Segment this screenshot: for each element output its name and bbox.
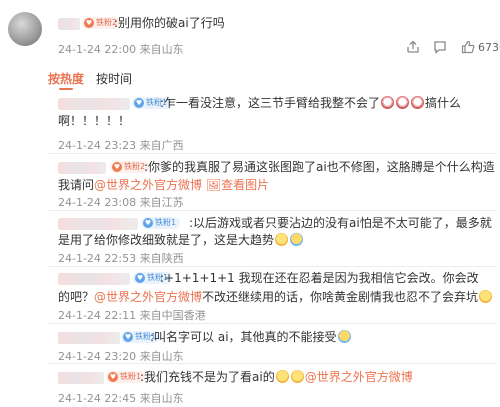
emoji-icon	[290, 233, 304, 246]
reply-meta: 24-1-24 22:11 来自中国香港	[58, 309, 206, 322]
tab-sort-by-hot-underline	[59, 88, 73, 90]
reply-username-blurred[interactable]	[58, 98, 130, 110]
view-image-link[interactable]: 🖼查看图片	[206, 178, 269, 192]
emoji-icon	[275, 370, 289, 383]
reply-username-blurred[interactable]	[58, 332, 120, 344]
tab-sort-by-hot[interactable]: 按热度	[48, 70, 84, 87]
reply-username-blurred[interactable]	[58, 162, 106, 174]
reply-text-line: 啊！！！！！	[58, 114, 131, 128]
image-icon: 🖼	[205, 178, 222, 192]
reply-meta: 24-1-24 23:08 来自江苏	[58, 196, 184, 209]
reply-text-line: 的吧？@世界之外官方微博不改还继续用的话，你啥黄金剧情我也忍不了会弃坑	[58, 288, 493, 306]
emoji-icon	[381, 96, 395, 109]
reply-meta: 24-1-24 22:45 来自山东	[58, 392, 184, 405]
reply-username-blurred[interactable]	[58, 218, 138, 230]
divider	[49, 323, 496, 324]
divider	[49, 153, 496, 154]
like-count: 6736	[478, 41, 500, 54]
emoji-icon	[337, 330, 351, 343]
emoji-icon	[290, 370, 304, 383]
divider	[49, 266, 496, 267]
main-comment-meta: 24-1-24 22:00 来自山东	[58, 43, 184, 56]
divider	[49, 363, 496, 364]
emoji-icon	[479, 290, 493, 303]
reply-meta: 24-1-24 23:20 来自山东	[58, 350, 184, 363]
emoji-icon	[396, 96, 410, 109]
divider	[49, 210, 496, 211]
reply-meta: 24-1-24 23:23 来自广西	[58, 139, 184, 152]
tab-sort-by-time[interactable]: 按时间	[96, 70, 132, 87]
fan-badge: ♥ 铁粉1	[141, 217, 181, 229]
reply-text-line: :+1+1+1+1 我现在还在忍着是因为我相信它会改。你会改	[160, 271, 479, 285]
mention-link[interactable]: @世界之外官方微博	[305, 370, 413, 384]
reply-username-blurred[interactable]	[58, 372, 104, 384]
reply-text-line: 我请问@世界之外官方微博 🖼查看图片	[58, 178, 270, 192]
reply-text-line: :叫名字可以 ai，其他真的不能接受	[150, 328, 352, 346]
reply-text-line: :以后游戏或者只要沾边的没有ai怕是不太可能了，最多就	[189, 216, 492, 230]
main-comment-avatar[interactable]	[8, 12, 42, 46]
emoji-icon	[411, 96, 425, 109]
reply-text-line: :你爹的我真服了易通这张图跑了ai也不修图，这胳膊是个什么构造	[144, 160, 495, 174]
share-icon[interactable]	[406, 40, 420, 54]
mention-link[interactable]: @世界之外官方微博	[94, 178, 202, 192]
reply-text-line: 是用了给你修改细致就是了，这是大趋势	[58, 231, 304, 249]
main-comment-text: :别用你的破ai了行吗	[114, 16, 225, 30]
reply-text-line: :我们充钱不是为了看ai的 @世界之外官方微博	[140, 370, 413, 384]
comment-icon[interactable]	[433, 40, 447, 54]
like-icon[interactable]	[461, 40, 475, 54]
reply-username-blurred[interactable]	[58, 273, 130, 285]
mention-link[interactable]: @世界之外官方微博	[94, 290, 202, 304]
username-blurred[interactable]	[58, 18, 80, 30]
reply-meta: 24-1-24 22:53 来自陕西	[58, 252, 184, 265]
emoji-icon	[275, 233, 289, 246]
reply-text-line: :乍一看没注意，这三节手臂给我整不会了 搞什么	[160, 96, 462, 110]
